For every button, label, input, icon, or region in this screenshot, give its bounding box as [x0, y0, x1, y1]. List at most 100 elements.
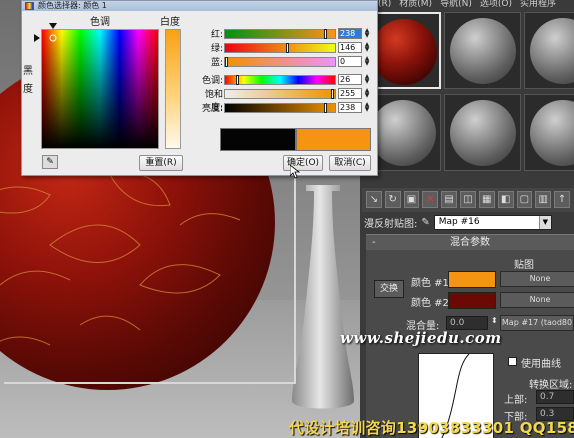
- rollout-header[interactable]: - 混合参数: [366, 235, 574, 250]
- blackness-label: 黑 度: [23, 66, 33, 95]
- watermark-contact: 代设计培训咨询13903833301 QQ158: [289, 419, 574, 437]
- whiteness-label: 白度: [160, 17, 180, 28]
- make-unique-icon[interactable]: ◫: [460, 191, 476, 208]
- material-slots: [364, 12, 574, 184]
- dialog-titlebar[interactable]: 颜色选择器: 颜色 1: [22, 1, 377, 11]
- slider-value-field[interactable]: 238: [338, 28, 362, 39]
- whiteness-bar[interactable]: [165, 29, 181, 149]
- slider-value-field[interactable]: 0: [338, 56, 362, 67]
- maps-header: 贴图: [514, 260, 534, 271]
- sample-sphere: [371, 19, 437, 85]
- material-slot-3[interactable]: [524, 12, 574, 89]
- material-effects-icon[interactable]: ◧: [497, 191, 514, 208]
- material-editor-menubar: (R) 材质(M) 导航(N) 选项(O) 实用程序: [378, 0, 574, 9]
- collapse-icon[interactable]: -: [372, 235, 376, 250]
- upper-label: 上部:: [504, 395, 528, 406]
- put-to-scene-icon[interactable]: ↻: [384, 191, 401, 208]
- picker-crosshair-icon: [49, 34, 57, 42]
- slider-row: 绿: 146 ▲ ▼: [193, 42, 379, 55]
- hue-blackness-spectrum[interactable]: [41, 29, 159, 149]
- blackness-marker-icon[interactable]: [34, 34, 40, 42]
- eyedropper-icon[interactable]: ✎: [421, 217, 429, 228]
- material-toolbar: ↘ ↻ ▣ ✕ ▤ ◫ ▦ ◧ ▢ ▥ ↑: [362, 188, 574, 212]
- slider-value-field[interactable]: 146: [338, 42, 362, 53]
- slider-track[interactable]: [224, 57, 336, 67]
- get-material-icon[interactable]: ↘: [366, 191, 382, 208]
- color2-swatch[interactable]: [448, 292, 496, 309]
- reset-button[interactable]: 重置(R): [139, 155, 183, 171]
- go-parent-icon[interactable]: ↑: [554, 191, 570, 208]
- hue-label: 色调: [90, 17, 110, 28]
- menu-item-navigation[interactable]: 导航(N): [440, 0, 472, 9]
- new-color-swatch: [296, 128, 371, 151]
- slider-label: 红:: [210, 30, 223, 40]
- spinner-icon[interactable]: ▲ ▼: [363, 56, 371, 67]
- color1-swatch[interactable]: [448, 271, 496, 288]
- show-end-result-icon[interactable]: ▥: [535, 191, 552, 208]
- material-slot-6[interactable]: [524, 94, 574, 171]
- color2-map-button[interactable]: None: [500, 292, 574, 308]
- color2-label: 颜色 #2: [411, 298, 449, 309]
- material-slot-2[interactable]: [444, 12, 521, 89]
- slider-thumb[interactable]: [236, 75, 239, 85]
- mix-amount-spinner[interactable]: ⬍: [491, 316, 498, 325]
- menu-item-r[interactable]: (R): [378, 0, 391, 9]
- rollout-title: 混合参数: [450, 237, 490, 248]
- chevron-down-icon[interactable]: ▼: [538, 215, 551, 229]
- cancel-button[interactable]: 取消(C): [329, 155, 371, 171]
- slider-row: 红: 238 ▲ ▼: [193, 28, 379, 41]
- slider-track[interactable]: [224, 29, 336, 39]
- slider-thumb[interactable]: [324, 103, 327, 113]
- slider-row: 饱和度: 255 ▲ ▼: [193, 88, 379, 114]
- slider-thumb[interactable]: [324, 29, 327, 39]
- slider-thumb[interactable]: [286, 43, 289, 53]
- vase-render: [292, 185, 354, 409]
- map-name-value: Map #16: [438, 216, 480, 227]
- use-curve-label: 使用曲线: [521, 359, 561, 370]
- slider-value-field[interactable]: 26: [338, 74, 362, 85]
- assign-to-selection-icon[interactable]: ▣: [403, 191, 420, 208]
- dialog-title: 颜色选择器: 颜色 1: [38, 1, 107, 10]
- swap-button[interactable]: 交换: [374, 280, 404, 298]
- transition-zone-label: 转换区域:: [529, 380, 573, 391]
- spinner-icon[interactable]: ▲ ▼: [363, 28, 371, 39]
- menu-item-options[interactable]: 选项(O): [480, 0, 512, 9]
- slider-track[interactable]: [224, 43, 336, 53]
- spinner-icon[interactable]: ▲ ▼: [363, 88, 371, 99]
- sample-sphere: [450, 18, 516, 84]
- map-name-combo[interactable]: Map #16 ▼: [433, 214, 552, 230]
- color-selector-icon: [25, 2, 34, 10]
- use-curve-checkbox[interactable]: [508, 357, 517, 366]
- sample-sphere: [370, 100, 436, 166]
- copy-material-icon[interactable]: ▤: [441, 191, 458, 208]
- material-slot-5[interactable]: [444, 94, 521, 171]
- slider-thumb[interactable]: [225, 57, 228, 67]
- slider-thumb[interactable]: [331, 89, 334, 99]
- mix-amount-field[interactable]: 0.0: [446, 316, 488, 330]
- mix-map-button[interactable]: Map #17 (taod80: [500, 315, 574, 331]
- slider-track[interactable]: [224, 89, 336, 99]
- diffuse-map-label: 漫反射贴图:: [364, 218, 418, 230]
- ok-button[interactable]: 确定(O): [283, 155, 323, 171]
- menu-item-utilities[interactable]: 实用程序: [520, 0, 556, 9]
- slider-track[interactable]: [224, 103, 336, 113]
- mouse-cursor-icon: [290, 165, 300, 179]
- eyedropper-icon[interactable]: ✎: [42, 155, 58, 169]
- upper-field[interactable]: 0.7: [536, 390, 574, 404]
- slider-label: 蓝:: [210, 58, 223, 68]
- color1-map-button[interactable]: None: [500, 271, 574, 287]
- spinner-icon[interactable]: ▲ ▼: [363, 74, 371, 85]
- menu-item-material[interactable]: 材质(M): [399, 0, 432, 9]
- slider-track[interactable]: [224, 75, 336, 85]
- color1-label: 颜色 #1: [411, 278, 449, 289]
- spinner-icon[interactable]: ▲ ▼: [363, 102, 371, 113]
- slider-value-field[interactable]: 255: [338, 88, 362, 99]
- put-to-library-icon[interactable]: ▦: [478, 191, 495, 208]
- slider-value-field[interactable]: 238: [338, 102, 362, 113]
- slider-label: 绿:: [210, 44, 223, 54]
- show-map-icon[interactable]: ▢: [516, 191, 533, 208]
- delete-icon[interactable]: ✕: [422, 191, 439, 208]
- spinner-icon[interactable]: ▲ ▼: [363, 42, 371, 53]
- watermark-site: www.shejiedu.com: [340, 329, 502, 347]
- color-selector-dialog: 颜色选择器: 颜色 1 色调 白度 黑 度 ✎ 重置(R) 红: 238 ▲ ▼ 绿: 1…: [21, 0, 378, 176]
